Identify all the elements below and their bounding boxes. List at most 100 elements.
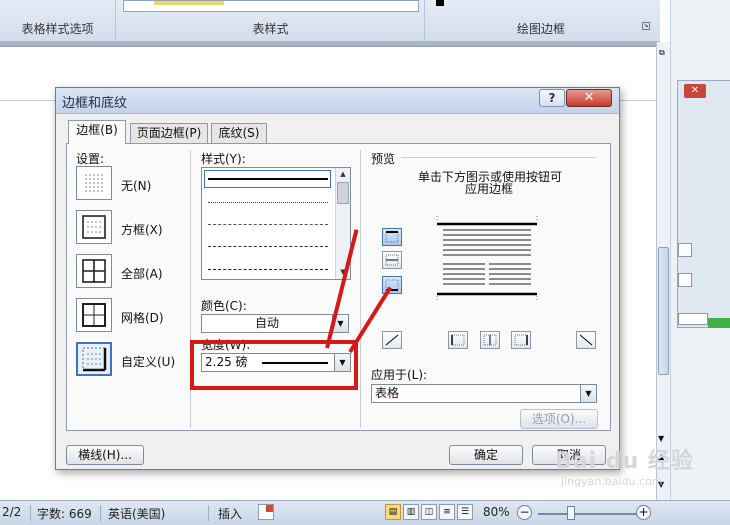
apply-to-combo[interactable]: 表格 ▼ [371, 384, 597, 403]
chevron-down-icon[interactable]: ▼ [580, 385, 596, 402]
ribbon-group-label: 表格样式选项 [21, 22, 94, 36]
style-label: 样式(Y): [201, 152, 246, 166]
ruler-toggle-icon[interactable]: ⧉ [659, 48, 668, 57]
macro-record-icon[interactable] [258, 504, 274, 520]
setting-grid-label: 网格(D) [121, 311, 164, 325]
watermark-url: jingyan.baidu.com [561, 475, 663, 488]
style-option-dash-dot[interactable] [208, 269, 328, 270]
status-separator [30, 505, 31, 521]
setting-none-button[interactable] [76, 166, 112, 200]
ribbon-group-label: 表样式 [252, 22, 289, 36]
line-style-list[interactable]: ▲ ▼ [201, 167, 351, 280]
scroll-down-icon[interactable]: ▼ [658, 434, 664, 443]
pen-style[interactable] [432, 0, 512, 12]
print-layout-view-icon[interactable]: ▤ [385, 504, 401, 520]
preview-label: 预览 [371, 152, 396, 166]
setting-custom-icon [82, 347, 107, 372]
full-screen-reading-icon[interactable]: ▥ [403, 504, 419, 520]
highlight-box [190, 340, 358, 390]
tab-page-border[interactable]: 页面边框(P) [130, 123, 208, 143]
scroll-up-icon[interactable]: ▲ [336, 168, 350, 180]
setting-all-button[interactable] [76, 254, 112, 288]
status-bar: 2/2 字数: 669 英语(美国) 插入 ▤ ▥ ◫ ≡ ☰ 80% − + [0, 500, 730, 525]
apply-to-value: 表格 [375, 386, 400, 400]
ok-button[interactable]: 确定 [449, 445, 523, 465]
table-style-gallery[interactable] [123, 0, 419, 12]
preview-rule [401, 157, 596, 158]
style-option-dash[interactable] [208, 246, 328, 247]
background-box [678, 243, 692, 257]
status-separator [208, 505, 209, 521]
vertical-scrollbar[interactable]: ⧉ ▼ ▲ ▼ [656, 42, 670, 500]
pen-color-swatch [436, 0, 444, 6]
setting-none-icon [85, 174, 103, 192]
setting-custom-button[interactable] [76, 342, 112, 376]
right-border-button[interactable] [511, 331, 531, 349]
status-separator [100, 505, 101, 521]
color-combo[interactable]: 自动 ▼ [201, 314, 349, 333]
horizontal-line-button[interactable]: 横线(H)... [66, 445, 144, 465]
web-layout-icon[interactable]: ◫ [421, 504, 437, 520]
setting-box-button[interactable] [76, 210, 112, 244]
style-option-small-dash[interactable] [208, 224, 328, 225]
word-count[interactable]: 字数: 669 [37, 505, 92, 522]
zoom-in-icon[interactable]: + [636, 505, 651, 520]
tab-shading[interactable]: 底纹(S) [211, 123, 267, 143]
color-value: 自动 [254, 316, 279, 330]
setting-grid-icon [82, 303, 106, 327]
options-button[interactable]: 选项(O)... [520, 409, 598, 429]
close-button[interactable]: ✕ [566, 89, 612, 107]
page-count[interactable]: 2/2 [2, 505, 21, 519]
setting-box-label: 方框(X) [121, 223, 163, 237]
insert-mode[interactable]: 插入 [218, 505, 242, 522]
right-panel: ✕ [670, 0, 730, 500]
ribbon: 表格样式选项 表样式 绘图边框 ↘ [0, 0, 660, 42]
record-dot [266, 505, 273, 512]
zoom-level[interactable]: 80% [483, 505, 510, 519]
dialog-launcher-icon[interactable]: ↘ [642, 22, 650, 30]
draft-view-icon[interactable]: ☰ [457, 504, 473, 520]
zoom-slider-thumb[interactable] [567, 506, 575, 520]
inside-horizontal-button[interactable] [382, 251, 402, 269]
dialog-titlebar[interactable]: 边框和底纹 ? ✕ [56, 88, 619, 114]
zoom-out-icon[interactable]: − [517, 505, 532, 520]
left-border-icon [451, 334, 465, 346]
tab-borders[interactable]: 边框(B) [68, 120, 126, 144]
setting-all-icon [82, 259, 106, 283]
top-border-button[interactable] [382, 228, 402, 246]
style-option-solid[interactable] [208, 178, 328, 180]
inside-horizontal-icon [385, 254, 399, 266]
ribbon-group-draw-borders: 绘图边框 ↘ [426, 0, 656, 40]
ribbon-group-label: 绘图边框 [516, 22, 565, 36]
setting-none-label: 无(N) [121, 179, 152, 193]
left-border-button[interactable] [448, 331, 468, 349]
inside-vertical-button[interactable] [480, 331, 500, 349]
setting-grid-button[interactable] [76, 298, 112, 332]
preview-table-graphic [436, 216, 538, 302]
outline-view-icon[interactable]: ≡ [439, 504, 455, 520]
right-border-icon [514, 334, 528, 346]
scrollbar-thumb[interactable] [658, 247, 669, 375]
diagonal-up-button[interactable] [382, 331, 402, 349]
help-button[interactable]: ? [539, 89, 565, 107]
borders-and-shading-dialog: 边框和底纹 ? ✕ 边框(B) 页面边框(P) 底纹(S) 设置: 无(N) 方… [55, 87, 620, 470]
preview-canvas[interactable] [431, 216, 543, 302]
dialog-title: 边框和底纹 [62, 96, 128, 111]
setting-all-label: 全部(A) [121, 267, 163, 281]
background-close-icon[interactable]: ✕ [684, 84, 706, 98]
zoom-slider-track[interactable] [538, 513, 638, 515]
green-progress-bar [708, 318, 730, 328]
language-indicator[interactable]: 英语(美国) [108, 505, 165, 522]
settings-label: 设置: [76, 152, 105, 166]
background-window: ✕ [677, 80, 730, 328]
inside-vertical-icon [483, 334, 497, 346]
setting-custom-label: 自定义(U) [121, 355, 176, 369]
style-list-thumb[interactable] [337, 182, 349, 204]
ribbon-group-table-style-options: 表格样式选项 [0, 0, 116, 40]
watermark: Bai du 经验 jingyan.baidu.com [555, 443, 705, 503]
diagonal-down-button[interactable] [576, 331, 596, 349]
diagonal-down-icon [579, 334, 593, 346]
style-option-dotted[interactable] [208, 202, 328, 203]
top-border-icon [385, 231, 399, 243]
preview-hint-2: 应用边框 [465, 182, 514, 196]
